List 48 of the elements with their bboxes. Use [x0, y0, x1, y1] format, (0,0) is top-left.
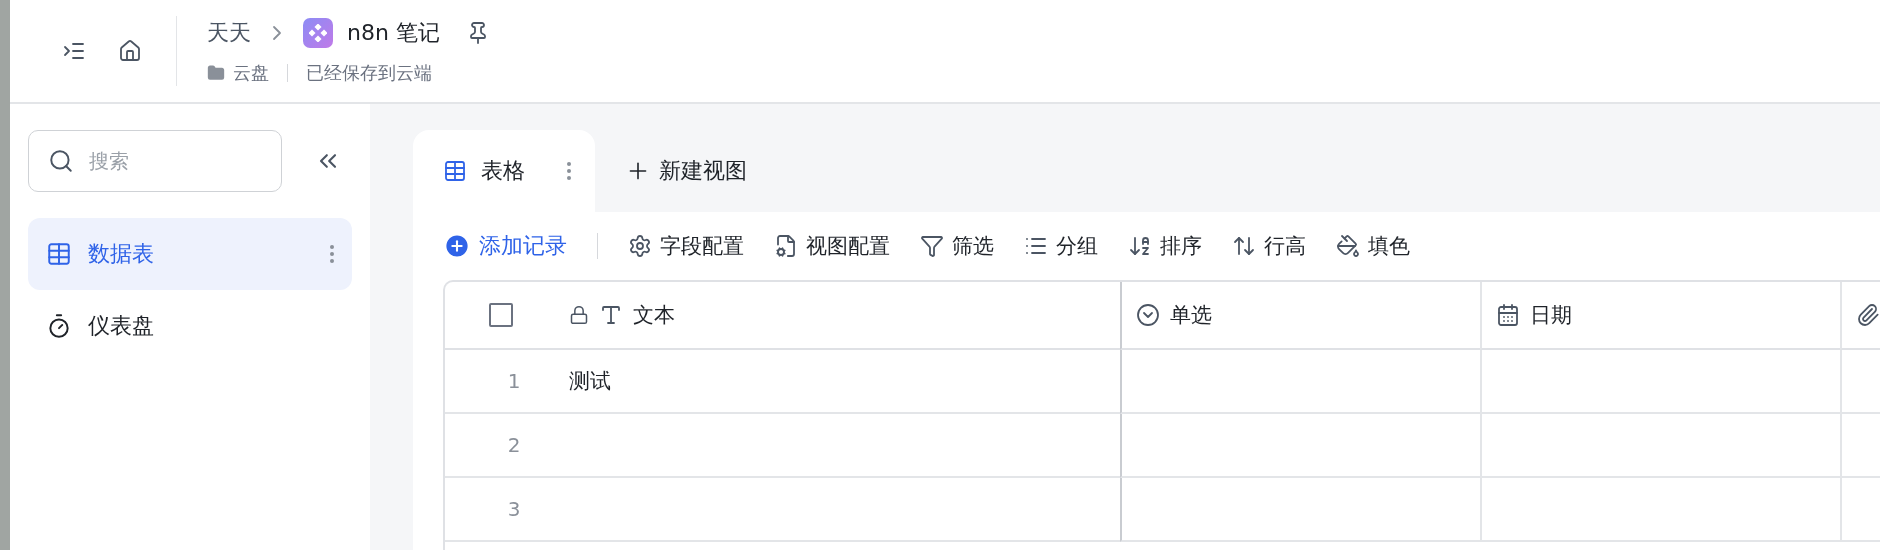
column-title: 文本	[633, 302, 675, 329]
row-number: 2	[507, 433, 521, 457]
table-icon	[46, 241, 72, 267]
filter-icon	[920, 234, 944, 258]
text-type-icon	[599, 303, 623, 327]
search-field[interactable]: 搜索	[28, 130, 282, 192]
calendar-icon	[1496, 303, 1520, 327]
breadcrumb-link[interactable]: 天天	[207, 18, 251, 48]
toolbar-button[interactable]: 分组	[1024, 232, 1098, 260]
toolbar-button[interactable]: 字段配置	[628, 232, 744, 260]
folder-icon	[207, 64, 225, 82]
timer-icon	[46, 313, 72, 339]
document-title: n8n 笔记	[347, 19, 440, 47]
table-icon	[443, 159, 467, 183]
toolbar-button[interactable]: 视图配置	[774, 232, 890, 260]
save-status: 已经保存到云端	[306, 61, 432, 85]
sort-icon	[1128, 234, 1152, 258]
search-icon	[48, 148, 74, 174]
app-logo-icon	[303, 18, 333, 48]
new-view-button[interactable]: 新建视图	[595, 156, 777, 186]
row-number: 3	[507, 497, 521, 521]
location-text: 云盘	[233, 61, 269, 85]
paint-bucket-icon	[1336, 234, 1360, 258]
more-icon	[567, 162, 571, 180]
toolbar-button[interactable]: 行高	[1232, 232, 1306, 260]
select-all-checkbox[interactable]	[489, 303, 513, 327]
view-tab[interactable]: 表格	[413, 130, 595, 212]
row-height-icon	[1232, 234, 1256, 258]
paperclip-icon	[1856, 303, 1880, 327]
column-title: 日期	[1530, 302, 1572, 329]
more-icon	[330, 245, 334, 263]
sidebar-item[interactable]: 仪表盘	[28, 290, 352, 362]
column-header-cell[interactable]: 单选	[1120, 282, 1480, 350]
add-record-button[interactable]: 添加记录	[443, 231, 567, 261]
toolbar-button[interactable]: 排序	[1128, 232, 1202, 260]
column-title: 单选	[1170, 302, 1212, 329]
toolbar-button[interactable]: 筛选	[920, 232, 994, 260]
gear-icon	[628, 234, 652, 258]
plus-circle-icon	[443, 232, 471, 260]
toolbar-button[interactable]: 填色	[1336, 232, 1410, 260]
column-header-cell[interactable]: 文本	[555, 282, 1120, 350]
home-icon	[118, 39, 142, 63]
dropdown-circle-icon	[1136, 303, 1160, 327]
sidebar-item[interactable]: 数据表	[28, 218, 352, 290]
document-gear-icon	[774, 234, 798, 258]
column-header-cell[interactable]: 日期	[1480, 282, 1840, 350]
row-number: 1	[507, 369, 521, 393]
table-cell: 测试	[555, 350, 1120, 414]
